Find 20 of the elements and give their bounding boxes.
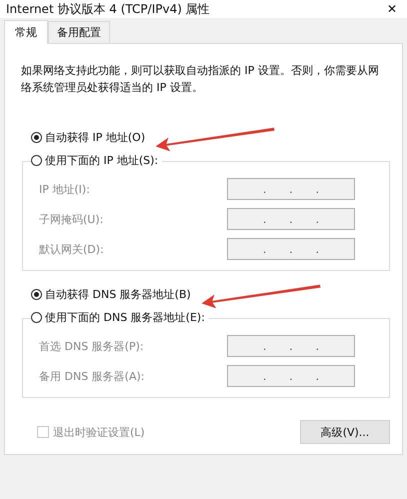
close-icon[interactable]: ✕ — [386, 3, 397, 15]
radio-label: 使用下面的 DNS 服务器地址(E): — [45, 310, 205, 325]
description-text: 如果网络支持此功能，则可以获取自动指派的 IP 设置。否则，你需要从网络系统管理员处获得适当的 IP 设置。 — [21, 63, 380, 96]
advanced-button[interactable]: 高级(V)... — [300, 420, 390, 444]
radio-button[interactable] — [31, 132, 42, 143]
field-label: 备用 DNS 服务器(A): — [39, 368, 144, 384]
field-label: 子网掩码(U): — [39, 212, 104, 226]
field-label: IP 地址(I): — [39, 182, 90, 196]
field-label: 默认网关(D): — [39, 242, 104, 256]
radio-label: 自动获得 DNS 服务器地址(B) — [45, 287, 191, 302]
window-title: Internet 协议版本 4 (TCP/IPv4) 属性 — [6, 2, 210, 16]
tab[interactable]: 备用配置 — [48, 21, 110, 43]
checkbox-label: 退出时验证设置(L) — [53, 424, 145, 440]
radio-label: 使用下面的 IP 地址(S): — [45, 153, 158, 168]
tab[interactable]: 常规 — [4, 20, 48, 44]
field-label: 首选 DNS 服务器(P): — [39, 338, 144, 354]
radio-button[interactable] — [31, 289, 42, 300]
radio-button[interactable] — [31, 312, 42, 323]
radio-button[interactable] — [31, 155, 42, 166]
radio-label: 自动获得 IP 地址(O) — [45, 130, 146, 145]
